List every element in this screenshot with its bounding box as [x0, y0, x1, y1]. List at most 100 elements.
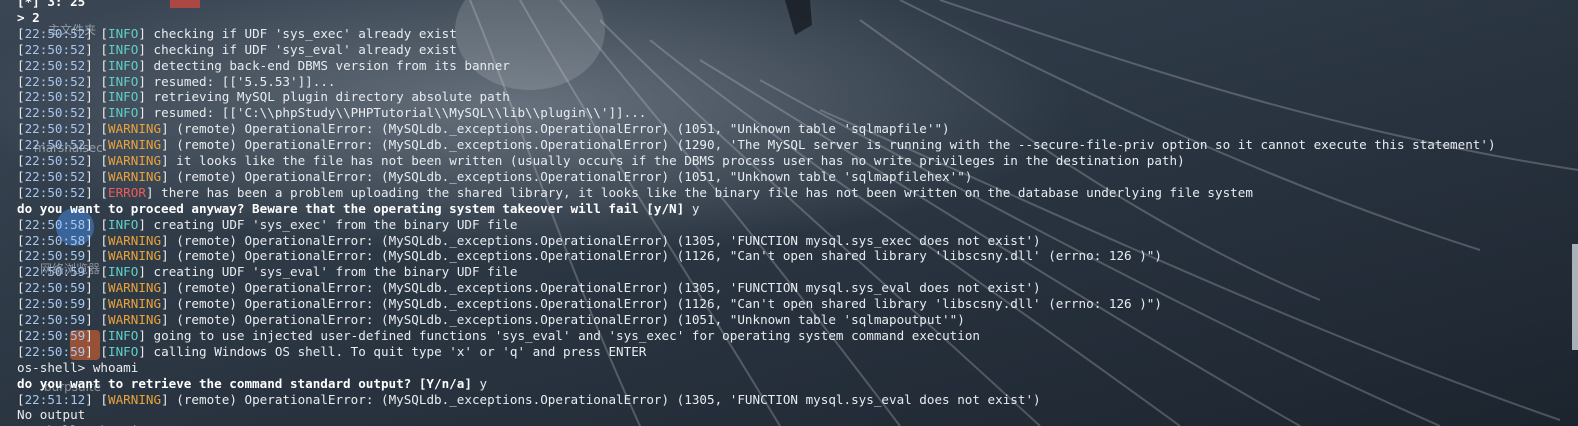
terminal-line: > 2: [17, 10, 40, 26]
timestamp: 22:50:59: [24, 343, 86, 359]
timestamp: 22:50:52: [24, 57, 86, 73]
bracket: ] [: [85, 137, 109, 153]
terminal-line: os-shell> whoami: [17, 360, 138, 376]
log-message: creating UDF 'sys_eval' from the binary …: [153, 264, 518, 280]
bracket: ] [: [85, 105, 109, 121]
bracket: ] [: [85, 41, 109, 57]
log-message: (remote) OperationalError: (MySQLdb._exc…: [176, 121, 950, 137]
timestamp: 22:50:52: [24, 153, 86, 168]
bracket: ]: [138, 57, 154, 73]
bracket: ] [: [85, 73, 109, 89]
bracket: ] [: [85, 25, 109, 41]
terminal-line: [22:50:52] [INFO] retrieving MySQL plugi…: [17, 89, 510, 105]
bracket: [: [17, 296, 25, 312]
bracket: ] [: [85, 153, 109, 168]
bracket: ]: [138, 105, 154, 121]
terminal-line: [22:50:59] [INFO] creating UDF 'sys_eval…: [17, 264, 517, 280]
bracket: ]: [145, 184, 162, 200]
log-message: (remote) OperationalError: (MySQLdb._exc…: [176, 312, 965, 327]
bracket: ]: [161, 296, 177, 312]
terminal-line: [22:50:59] [WARNING] (remote) Operationa…: [17, 296, 1162, 312]
log-level-badge: WARNING: [108, 248, 162, 264]
log-level-badge: WARNING: [108, 280, 162, 296]
terminal-line: [22:50:52] [WARNING] it looks like the f…: [17, 153, 1185, 169]
bracket: ]: [161, 248, 177, 264]
bracket: ]: [161, 168, 177, 184]
terminal-line: [22:50:59] [WARNING] (remote) Operationa…: [17, 312, 965, 328]
prompt-text: > 2: [17, 9, 40, 25]
timestamp: 22:50:59: [24, 312, 86, 327]
terminal-line: No output: [17, 407, 85, 423]
bracket: ] [: [85, 89, 109, 105]
log-message: detecting back-end DBMS version from its…: [153, 57, 510, 73]
log-message: (remote) OperationalError: (MySQLdb._exc…: [176, 391, 1041, 407]
terminal-line: [22:50:52] [INFO] checking if UDF 'sys_e…: [17, 42, 457, 58]
log-message: there has been a problem uploading the s…: [161, 184, 1253, 200]
output-text: os-shell> whoami: [17, 359, 139, 375]
prompt-question: do you want to proceed anyway? Beware th…: [17, 200, 685, 216]
bracket: [: [17, 391, 25, 407]
terminal-line: [22:50:52] [INFO] checking if UDF 'sys_e…: [17, 26, 457, 42]
bracket: ]: [138, 73, 154, 89]
bracket: [: [17, 57, 25, 73]
bracket: ]: [161, 391, 177, 407]
log-level-badge: INFO: [108, 327, 139, 343]
bracket: [: [17, 232, 25, 248]
log-message: resumed: [['5.5.53']]...: [153, 73, 336, 89]
bracket: ] [: [85, 248, 109, 264]
bracket: [: [17, 137, 25, 153]
timestamp: 22:50:58: [24, 232, 86, 248]
timestamp: 22:50:52: [24, 184, 86, 200]
prompt-question: do you want to retrieve the command stan…: [17, 375, 472, 391]
log-level-badge: INFO: [108, 89, 139, 105]
bracket: ]: [161, 312, 177, 327]
terminal-line: [22:50:52] [ERROR] there has been a prob…: [17, 185, 1253, 201]
bracket: ] [: [85, 184, 109, 200]
bracket: ]: [138, 327, 154, 343]
log-message: creating UDF 'sys_exec' from the binary …: [153, 216, 518, 232]
timestamp: 22:50:52: [24, 105, 86, 121]
terminal-line: [22:51:12] [WARNING] (remote) Operationa…: [17, 392, 1041, 408]
bracket: ]: [138, 41, 154, 57]
terminal-line: [22:50:59] [INFO] calling Windows OS she…: [17, 344, 646, 360]
log-message: checking if UDF 'sys_exec' already exist: [153, 25, 457, 41]
bracket: ]: [138, 216, 154, 232]
timestamp: 22:50:59: [24, 248, 86, 264]
timestamp: 22:50:52: [24, 25, 86, 41]
terminal-line: [22:50:58] [WARNING] (remote) Operationa…: [17, 233, 1041, 249]
log-message: (remote) OperationalError: (MySQLdb._exc…: [176, 232, 1041, 248]
timestamp: 22:50:52: [24, 168, 86, 184]
terminal-line: [22:50:52] [INFO] detecting back-end DBM…: [17, 58, 510, 74]
log-message: resumed: [['C:\\phpStudy\\PHPTutorial\\M…: [153, 105, 647, 121]
log-message: retrieving MySQL plugin directory absolu…: [153, 89, 510, 105]
log-level-badge: WARNING: [108, 312, 162, 327]
terminal-line: [22:50:59] [INFO] going to use injected …: [17, 328, 980, 344]
status-text: [*] 3: 25: [17, 0, 86, 9]
timestamp: 22:50:59: [24, 280, 86, 296]
bracket: [: [17, 73, 25, 89]
bracket: ] [: [85, 264, 109, 280]
log-level-badge: INFO: [108, 216, 139, 232]
bracket: ]: [138, 25, 154, 41]
bracket: ]: [138, 89, 154, 105]
log-message: (remote) OperationalError: (MySQLdb._exc…: [176, 296, 1162, 312]
terminal-window[interactable]: [*] 3: 25 > 2 [22:50:52] [INFO] checking i…: [0, 0, 1578, 426]
bracket: ]: [138, 264, 154, 280]
scrollbar[interactable]: [1572, 244, 1578, 350]
bracket: [: [17, 264, 25, 280]
bracket: ]: [161, 280, 177, 296]
bracket: [: [17, 121, 25, 137]
log-message: going to use injected user-defined funct…: [153, 327, 980, 343]
bracket: [: [17, 105, 25, 121]
bracket: ]: [161, 232, 177, 248]
terminal-line: [22:50:52] [WARNING] (remote) Operationa…: [17, 169, 972, 185]
log-level-badge: ERROR: [108, 184, 146, 200]
terminal-line: [22:50:59] [WARNING] (remote) Operationa…: [17, 248, 1162, 264]
log-level-badge: WARNING: [108, 168, 162, 184]
terminal-line: [22:50:52] [INFO] resumed: [['C:\\phpStu…: [17, 105, 646, 121]
log-message: calling Windows OS shell. To quit type '…: [153, 343, 647, 359]
log-message: (remote) OperationalError: (MySQLdb._exc…: [176, 280, 1041, 296]
bracket: [: [17, 248, 25, 264]
log-level-badge: INFO: [108, 41, 139, 57]
timestamp: 22:50:52: [24, 41, 86, 57]
